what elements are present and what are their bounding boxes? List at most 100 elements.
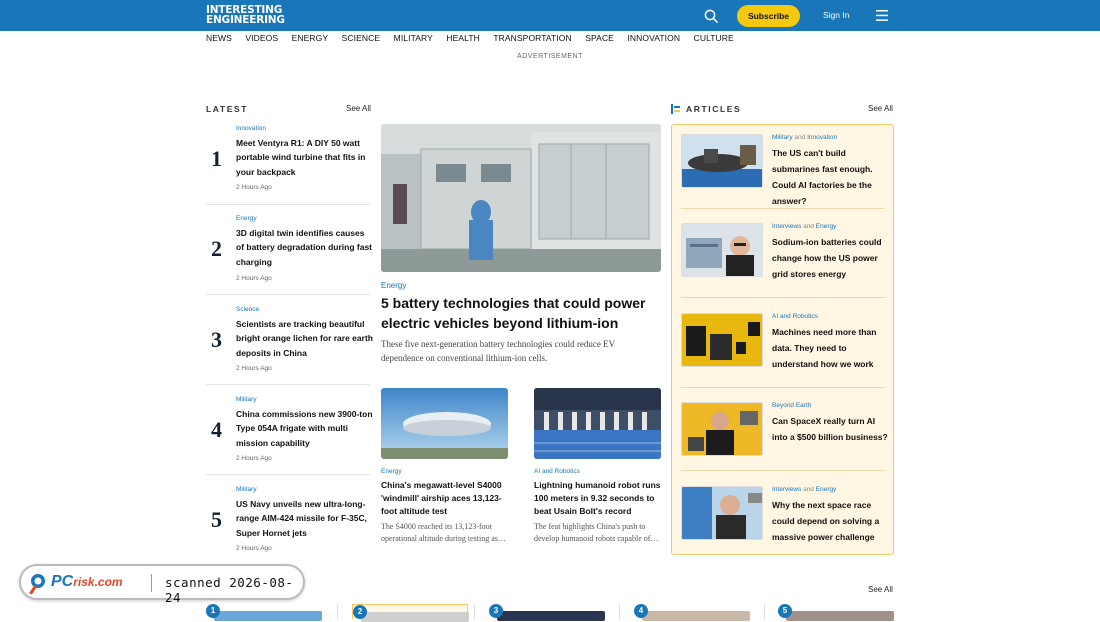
article-categories: Military and Innovation bbox=[772, 134, 837, 141]
article-thumbnail[interactable] bbox=[681, 223, 763, 277]
ranked-card[interactable]: 1 bbox=[206, 604, 322, 621]
latest-item[interactable]: 3 Science Scientists are tracking beauti… bbox=[206, 305, 373, 385]
watermark-logo-sub: risk.com bbox=[73, 575, 123, 589]
category-link[interactable]: Military bbox=[236, 396, 257, 403]
rank-badge: 5 bbox=[778, 604, 792, 618]
article-item[interactable]: AI and Robotics Machines need more than … bbox=[681, 313, 891, 375]
latest-item[interactable]: 2 Energy 3D digital twin identifies caus… bbox=[206, 214, 372, 294]
article-headline-link[interactable]: Sodium-ion batteries could change how th… bbox=[772, 234, 888, 282]
bottom-see-all-link[interactable]: See All bbox=[868, 585, 893, 594]
ranked-card-image[interactable] bbox=[497, 611, 605, 621]
headline-link[interactable]: Meet Ventyra R1: A DIY 50 watt portable … bbox=[236, 136, 374, 179]
ranked-card-image[interactable] bbox=[214, 611, 322, 621]
rank-number: 1 bbox=[211, 146, 222, 171]
category-link[interactable]: Innovation bbox=[236, 125, 266, 132]
hero-image[interactable] bbox=[381, 124, 661, 272]
subscribe-button[interactable]: Subscribe bbox=[737, 5, 800, 27]
headline-link[interactable]: US Navy unveils new ultra-long-range AIM… bbox=[236, 497, 374, 540]
rank-number: 5 bbox=[211, 507, 222, 532]
magnifier-logo-icon bbox=[29, 574, 45, 594]
category-link[interactable]: Innovation bbox=[807, 134, 837, 141]
nav-science[interactable]: SCIENCE bbox=[342, 33, 381, 43]
nav-news[interactable]: NEWS bbox=[206, 33, 232, 43]
hamburger-menu-icon[interactable] bbox=[876, 10, 888, 21]
article-thumbnail[interactable] bbox=[681, 313, 763, 367]
divider bbox=[206, 474, 370, 475]
story-category-link[interactable]: AI and Robotics bbox=[534, 468, 662, 475]
category-link[interactable]: Energy bbox=[236, 215, 257, 222]
headline-link[interactable]: 3D digital twin identifies causes of bat… bbox=[236, 226, 374, 269]
category-link[interactable]: AI and Robotics bbox=[772, 313, 818, 320]
ranked-card-image[interactable] bbox=[361, 612, 469, 622]
divider bbox=[619, 604, 620, 619]
ranked-card[interactable]: 2 bbox=[352, 604, 469, 622]
category-link[interactable]: Beyond Earth bbox=[772, 402, 811, 409]
divider bbox=[206, 294, 370, 295]
ranked-card[interactable]: 4 bbox=[634, 604, 750, 621]
nav-health[interactable]: HEALTH bbox=[446, 33, 480, 43]
timestamp: 2 Hours Ago bbox=[236, 184, 272, 191]
nav-space[interactable]: SPACE bbox=[585, 33, 614, 43]
article-headline-link[interactable]: Why the next space race could depend on … bbox=[772, 497, 888, 545]
advertisement-label: ADVERTISEMENT bbox=[517, 53, 583, 60]
timestamp: 2 Hours Ago bbox=[236, 545, 272, 552]
story-headline-link[interactable]: Lightning humanoid robot runs 100 meters… bbox=[534, 479, 662, 517]
story-card[interactable]: AI and Robotics Lightning humanoid robot… bbox=[534, 388, 662, 545]
category-link[interactable]: Energy bbox=[816, 223, 837, 230]
divider bbox=[681, 208, 885, 209]
latest-item[interactable]: 4 Military China commissions new 3900-to… bbox=[206, 395, 373, 475]
nav-videos[interactable]: VIDEOS bbox=[245, 33, 278, 43]
article-headline-link[interactable]: The US can't build submarines fast enoug… bbox=[772, 145, 888, 209]
rank-badge: 1 bbox=[206, 604, 220, 618]
latest-item[interactable]: 1 Innovation Meet Ventyra R1: A DIY 50 w… bbox=[206, 124, 370, 204]
category-link[interactable]: Science bbox=[236, 306, 259, 313]
latest-see-all-link[interactable]: See All bbox=[346, 104, 371, 113]
category-link[interactable]: Interviews bbox=[772, 223, 801, 230]
ranked-card[interactable]: 5 bbox=[778, 604, 894, 621]
search-icon[interactable] bbox=[704, 9, 718, 23]
articles-icon bbox=[671, 104, 680, 114]
story-card[interactable]: Energy China's megawatt-level S4000 'win… bbox=[381, 388, 509, 545]
article-categories: Beyond Earth bbox=[772, 402, 811, 409]
story-category-link[interactable]: Energy bbox=[381, 468, 509, 475]
category-link[interactable]: Interviews bbox=[772, 486, 801, 493]
article-item[interactable]: Interviews and Energy Why the next space… bbox=[681, 486, 891, 548]
latest-item[interactable]: 5 Military US Navy unveils new ultra-lon… bbox=[206, 485, 370, 565]
category-link[interactable]: Military bbox=[772, 134, 793, 141]
ranked-card-image[interactable] bbox=[786, 611, 894, 621]
sign-in-link[interactable]: Sign In bbox=[823, 10, 849, 20]
article-headline-link[interactable]: Machines need more than data. They need … bbox=[772, 324, 888, 372]
ranked-card-image[interactable] bbox=[642, 611, 750, 621]
headline-link[interactable]: Scientists are tracking beautiful bright… bbox=[236, 317, 374, 360]
story-description: The feat highlights China's push to deve… bbox=[534, 522, 659, 544]
hero-headline-link[interactable]: 5 battery technologies that could power … bbox=[381, 293, 666, 333]
category-link[interactable]: Military bbox=[236, 486, 257, 493]
category-joiner: and bbox=[803, 223, 814, 230]
article-item[interactable]: Beyond Earth Can SpaceX really turn AI i… bbox=[681, 402, 891, 464]
nav-culture[interactable]: CULTURE bbox=[694, 33, 734, 43]
nav-innovation[interactable]: INNOVATION bbox=[627, 33, 680, 43]
ranked-card[interactable]: 3 bbox=[489, 604, 605, 621]
article-thumbnail[interactable] bbox=[681, 402, 763, 456]
article-headline-link[interactable]: Can SpaceX really turn AI into a $500 bi… bbox=[772, 413, 888, 445]
hero-description: These five next-generation battery techn… bbox=[381, 339, 615, 363]
timestamp: 2 Hours Ago bbox=[236, 365, 272, 372]
story-image[interactable] bbox=[534, 388, 661, 459]
article-thumbnail[interactable] bbox=[681, 134, 763, 188]
hero-category-link[interactable]: Energy bbox=[381, 281, 406, 290]
site-logo[interactable]: INTERESTING ENGINEERING bbox=[206, 5, 285, 26]
nav-transportation[interactable]: TRANSPORTATION bbox=[493, 33, 571, 43]
rank-badge: 3 bbox=[489, 604, 503, 618]
article-item[interactable]: Military and Innovation The US can't bui… bbox=[681, 134, 891, 206]
headline-link[interactable]: China commissions new 3900-ton Type 054A… bbox=[236, 407, 374, 450]
article-thumbnail[interactable] bbox=[681, 486, 763, 540]
nav-energy[interactable]: ENERGY bbox=[292, 33, 329, 43]
top-bar: INTERESTING ENGINEERING Subscribe Sign I… bbox=[0, 0, 1100, 31]
category-link[interactable]: Energy bbox=[816, 486, 837, 493]
article-item[interactable]: Interviews and Energy Sodium-ion batteri… bbox=[681, 223, 891, 285]
story-image[interactable] bbox=[381, 388, 508, 459]
story-headline-link[interactable]: China's megawatt-level S4000 'windmill' … bbox=[381, 479, 509, 517]
nav-military[interactable]: MILITARY bbox=[394, 33, 433, 43]
articles-see-all-link[interactable]: See All bbox=[868, 104, 893, 113]
divider bbox=[206, 204, 370, 205]
